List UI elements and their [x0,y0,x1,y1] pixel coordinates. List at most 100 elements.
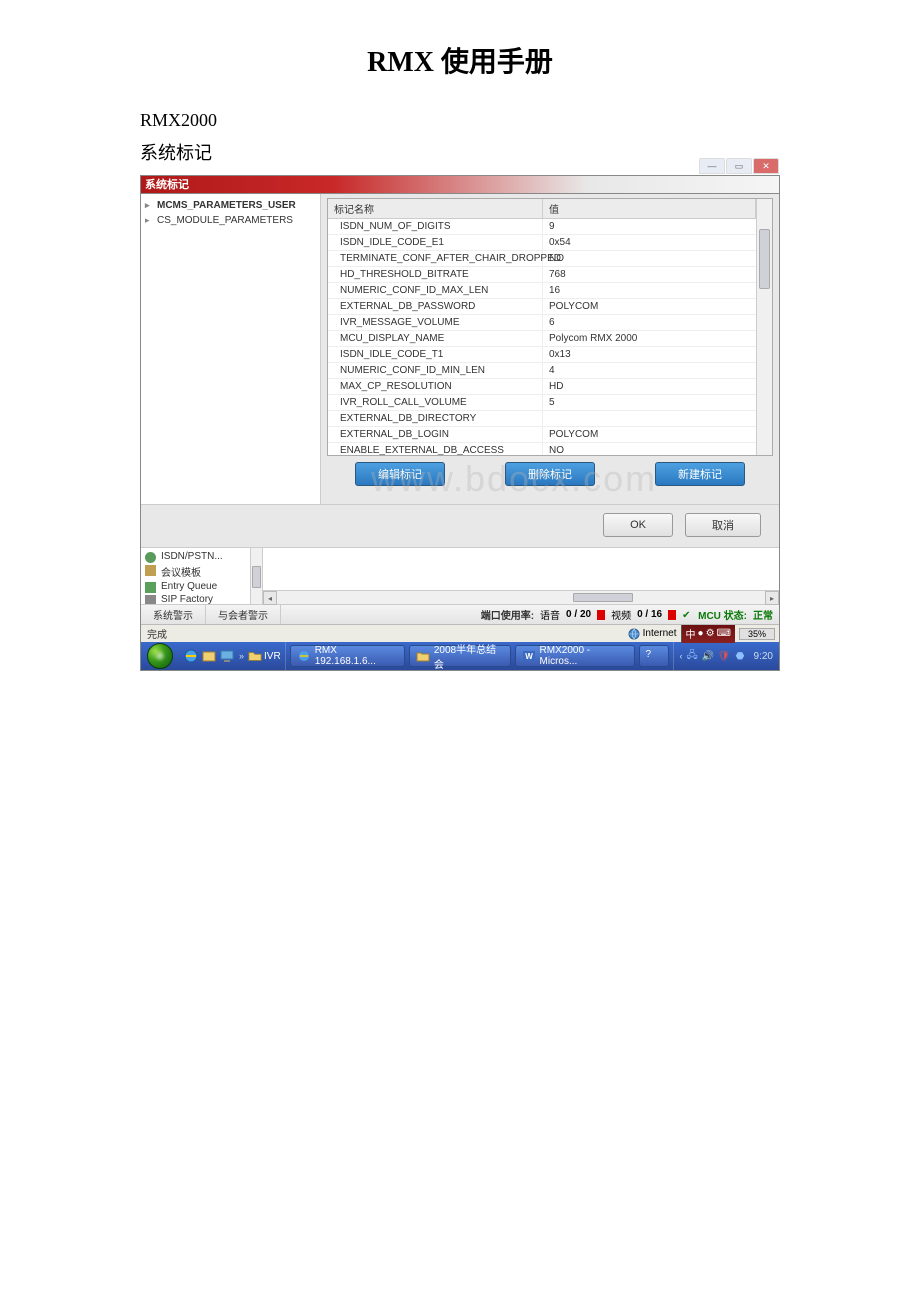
column-header-name[interactable]: 标记名称 [328,199,543,218]
ime-indicator[interactable]: 中 [686,626,696,641]
window-close-button[interactable]: ✕ [753,158,779,174]
cell-name: NUMERIC_CONF_ID_MAX_LEN [328,283,543,298]
check-icon: ✔ [682,610,692,620]
table-row[interactable]: ISDN_NUM_OF_DIGITS9 [328,219,756,235]
cell-name: ISDN_IDLE_CODE_E1 [328,235,543,250]
grid-scrollbar[interactable] [756,199,772,455]
voice-label: 语音 [540,607,560,622]
nav-item-sip-factory[interactable]: SIP Factory [141,593,250,604]
cell-value: 16 [543,283,756,298]
zoom-level[interactable]: 35% [739,628,775,640]
table-row[interactable]: EXTERNAL_DB_DIRECTORY [328,411,756,427]
ime-keyboard-icon[interactable]: ⌨ [717,628,731,639]
edit-flag-button[interactable]: 编辑标记 [355,462,445,486]
scrollbar-thumb[interactable] [759,229,770,289]
table-row[interactable]: ENABLE_EXTERNAL_DB_ACCESSNO [328,443,756,455]
cell-value: 9 [543,219,756,234]
table-row[interactable]: EXTERNAL_DB_PASSWORDPOLYCOM [328,299,756,315]
cell-value: NO [543,443,756,455]
cell-value: HD [543,379,756,394]
mcu-status-value: 正常 [753,607,773,622]
taskbar-task-rmx[interactable]: RMX 192.168.1.6... [290,645,405,667]
cell-value: 4 [543,363,756,378]
explorer-icon[interactable] [201,648,217,664]
ime-icon[interactable]: ● [698,628,704,639]
hscroll-thumb[interactable] [573,593,633,602]
mcu-status-label: MCU 状态: [698,607,747,622]
cell-value: Polycom RMX 2000 [543,331,756,346]
tray-expand-icon[interactable]: ‹ [680,651,683,661]
tree-item-mcms[interactable]: MCMS_PARAMETERS_USER [141,198,320,213]
ie-security-zone[interactable]: Internet [628,628,677,640]
language-bar[interactable]: 中 ● ⚙ ⌨ [681,625,735,643]
table-row[interactable]: HD_THRESHOLD_BITRATE768 [328,267,756,283]
table-row[interactable]: EXTERNAL_DB_LOGINPOLYCOM [328,427,756,443]
new-flag-button[interactable]: 新建标记 [655,462,745,486]
scroll-right-button[interactable]: ▸ [765,591,779,605]
cell-value: 768 [543,267,756,282]
cell-name: IVR_ROLL_CALL_VOLUME [328,395,543,410]
cell-name: ENABLE_EXTERNAL_DB_ACCESS [328,443,543,455]
cell-value: NO [543,251,756,266]
table-row[interactable]: MAX_CP_RESOLUTIONHD [328,379,756,395]
window-minimize-button[interactable]: — [699,158,725,174]
column-header-value[interactable]: 值 [543,199,756,218]
ok-button[interactable]: OK [603,513,673,537]
template-icon [145,565,156,576]
cell-name: TERMINATE_CONF_AFTER_CHAIR_DROPPED [328,251,543,266]
system-tray: ‹ 🖧 🔊 🛡 ⬣ 9:20 [673,642,779,670]
cell-name: ISDN_NUM_OF_DIGITS [328,219,543,234]
ie-icon[interactable] [183,648,199,664]
shield-icon[interactable]: 🛡 [718,650,731,663]
nav-item-entry-queue[interactable]: Entry Queue [141,580,250,593]
video-bar-icon [668,610,676,620]
nav-list: ISDN/PSTN... 会议模板 Entry Queue SIP Factor… [141,548,251,604]
taskbar-task-help[interactable]: ? [639,645,669,667]
dialog-title: 系统标记 [141,176,779,194]
voice-bar-icon [597,610,605,620]
section-heading: 系统标记 [140,139,920,165]
scroll-left-button[interactable]: ◂ [263,591,277,605]
taskbar-task-word[interactable]: W RMX2000 - Micros... [515,645,635,667]
tab-participant-alert[interactable]: 与会者警示 [206,605,281,624]
volume-icon[interactable]: 🔊 [702,650,715,663]
window-maximize-button[interactable]: ▭ [726,158,752,174]
nav-item-label: Entry Queue [161,581,217,592]
delete-flag-button[interactable]: 删除标记 [505,462,595,486]
table-row[interactable]: TERMINATE_CONF_AFTER_CHAIR_DROPPEDNO [328,251,756,267]
table-row[interactable]: ISDN_IDLE_CODE_T10x13 [328,347,756,363]
nav-scrollbar-thumb[interactable] [252,566,261,588]
help-icon: ? [646,649,660,663]
nav-item-isdn[interactable]: ISDN/PSTN... [141,550,250,563]
network-icon[interactable]: 🖧 [686,650,699,663]
tree-item-cs-module[interactable]: CS_MODULE_PARAMETERS [141,213,320,228]
ime-tool-icon[interactable]: ⚙ [706,628,715,639]
product-heading: RMX2000 [140,110,920,131]
table-row[interactable]: MCU_DISPLAY_NAMEPolycom RMX 2000 [328,331,756,347]
cancel-button[interactable]: 取消 [685,513,761,537]
parameter-tree: MCMS_PARAMETERS_USER CS_MODULE_PARAMETER… [141,194,321,504]
horizontal-scrollbar[interactable]: ◂ ▸ [263,590,779,604]
clock[interactable]: 9:20 [750,651,773,662]
cell-name: EXTERNAL_DB_LOGIN [328,427,543,442]
table-row[interactable]: NUMERIC_CONF_ID_MIN_LEN4 [328,363,756,379]
video-label: 视频 [611,607,631,622]
cell-value: 5 [543,395,756,410]
table-row[interactable]: IVR_ROLL_CALL_VOLUME5 [328,395,756,411]
factory-icon [145,595,156,604]
tab-system-alert[interactable]: 系统警示 [141,605,206,624]
chevron-right-icon[interactable]: » [237,651,246,661]
taskbar-task-folder[interactable]: 2008半年总结会 [409,645,511,667]
cell-value: 6 [543,315,756,330]
table-row[interactable]: ISDN_IDLE_CODE_E10x54 [328,235,756,251]
folder-icon[interactable] [248,648,262,664]
start-button[interactable] [141,642,179,670]
svg-text:W: W [525,652,533,661]
table-row[interactable]: IVR_MESSAGE_VOLUME6 [328,315,756,331]
table-row[interactable]: NUMERIC_CONF_ID_MAX_LEN16 [328,283,756,299]
nav-item-template[interactable]: 会议模板 [141,563,250,580]
nav-scrollbar[interactable] [251,548,263,604]
desktop-icon[interactable] [219,648,235,664]
app-tray-icon[interactable]: ⬣ [734,650,747,663]
cell-value: POLYCOM [543,299,756,314]
